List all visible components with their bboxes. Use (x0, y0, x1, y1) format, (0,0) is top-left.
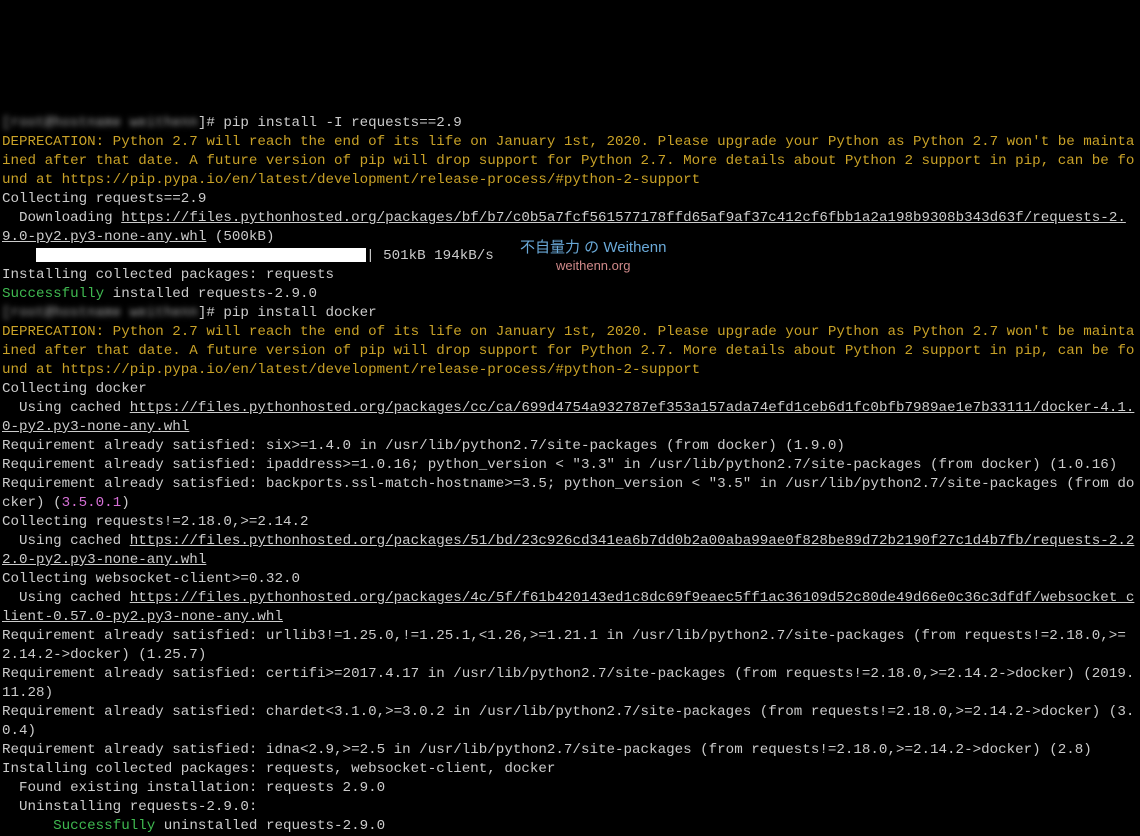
download-line-1: Downloading https://files.pythonhosted.o… (2, 210, 1126, 245)
cache-url-2: https://files.pythonhosted.org/packages/… (2, 533, 1134, 568)
prompt-line-1: [root@hostname weithenn]# pip install -I… (2, 115, 462, 131)
installing-1: Installing collected packages: requests (2, 267, 334, 283)
watermark: 不自量力 の Weithenn weithenn.org (520, 239, 666, 275)
req-certifi: Requirement already satisfied: certifi>=… (2, 666, 1134, 701)
watermark-line-1: 不自量力 の Weithenn (520, 239, 666, 256)
cache-line-3: Using cached https://files.pythonhosted.… (2, 590, 1134, 625)
progress-bar (36, 248, 366, 262)
found-existing: Found existing installation: requests 2.… (2, 780, 385, 796)
cache-line-2: Using cached https://files.pythonhosted.… (2, 533, 1134, 568)
req-six: Requirement already satisfied: six>=1.4.… (2, 438, 845, 454)
collecting-requests: Collecting requests==2.9 (2, 191, 206, 207)
installing-2: Installing collected packages: requests,… (2, 761, 555, 777)
command-2: pip install docker (223, 305, 376, 321)
collecting-requests-2: Collecting requests!=2.18.0,>=2.14.2 (2, 514, 309, 530)
req-chardet: Requirement already satisfied: chardet<3… (2, 704, 1134, 739)
cache-url-3: https://files.pythonhosted.org/packages/… (2, 590, 1134, 625)
hostname-blurred: [root@hostname weithenn (2, 115, 198, 131)
progress-line: | 501kB 194kB/s (2, 248, 494, 264)
collecting-websocket: Collecting websocket-client>=0.32.0 (2, 571, 300, 587)
terminal-output[interactable]: [root@hostname weithenn]# pip install -I… (0, 95, 1140, 836)
uninstall-success: Successfully uninstalled requests-2.9.0 (2, 818, 385, 834)
command-1: pip install -I requests==2.9 (223, 115, 461, 131)
hostname-blurred-2: [root@hostname weithenn (2, 305, 198, 321)
collecting-docker: Collecting docker (2, 381, 147, 397)
version-magenta: 3.5.0.1 (62, 495, 122, 511)
req-backports: Requirement already satisfied: backports… (2, 476, 1134, 511)
success-1: Successfully installed requests-2.9.0 (2, 286, 317, 302)
req-ipaddress: Requirement already satisfied: ipaddress… (2, 457, 1117, 473)
uninstalling: Uninstalling requests-2.9.0: (2, 799, 257, 815)
req-urllib3: Requirement already satisfied: urllib3!=… (2, 628, 1126, 663)
req-idna: Requirement already satisfied: idna<2.9,… (2, 742, 1092, 758)
cache-url-1: https://files.pythonhosted.org/packages/… (2, 400, 1134, 435)
deprecation-warning-2: DEPRECATION: Python 2.7 will reach the e… (2, 324, 1134, 378)
download-url-1: https://files.pythonhosted.org/packages/… (2, 210, 1126, 245)
cache-line-1: Using cached https://files.pythonhosted.… (2, 400, 1134, 435)
deprecation-warning-1: DEPRECATION: Python 2.7 will reach the e… (2, 134, 1134, 188)
watermark-line-2: weithenn.org (556, 258, 630, 273)
prompt-line-2: [root@hostname weithenn]# pip install do… (2, 305, 377, 321)
